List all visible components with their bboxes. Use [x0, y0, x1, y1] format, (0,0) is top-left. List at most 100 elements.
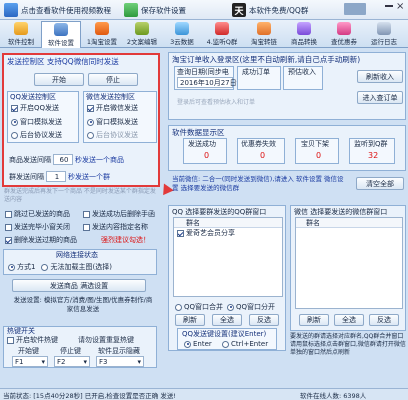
tab-taobao-settings[interactable]: 1淘宝设置: [82, 21, 122, 47]
checkbox-icon: [7, 336, 14, 344]
logo-icon: 天: [232, 3, 246, 17]
enter-orders-button[interactable]: 进入查订单: [357, 91, 403, 104]
status-right: 软件在线人数: 6398人: [300, 392, 367, 400]
date-picker[interactable]: 2016年10月27日 ▾: [177, 77, 240, 88]
radio-icon: [222, 340, 229, 348]
top-toolbar: 点击查看软件使用视频教程 保存软件设置 天 本软件免费/QQ群 ×: [0, 0, 408, 20]
tab-copy-edit[interactable]: 2文案编辑: [122, 21, 162, 47]
wx-deselect-button[interactable]: 反选: [369, 314, 399, 326]
stats-panel: 软件数据显示区 发送成功 0 优惠券失效 0 宝贝下架 0 监听到Q群 32: [168, 125, 406, 171]
qq-select-all-button[interactable]: 全选: [212, 314, 242, 326]
tab-cloud-data[interactable]: 3云数据: [162, 21, 202, 47]
stat-coupon-invalid: 优惠券失效 0: [237, 138, 285, 164]
wx-select-all-button[interactable]: 全选: [334, 314, 364, 326]
close-icon[interactable]: ×: [396, 1, 404, 12]
save-settings-button[interactable]: 保存软件设置: [124, 1, 186, 19]
tab-software-control[interactable]: 软件控制: [1, 21, 41, 47]
network-mode-radio[interactable]: 方式1 无法加载主图(选择): [8, 262, 112, 272]
tab-listen-qgroup[interactable]: 4.监听Q群: [202, 21, 242, 47]
product-interval-input[interactable]: 60: [53, 154, 73, 165]
qq-send-control: QQ发送控制区 开启QQ发送 窗口模拟发送 后台协议发送: [7, 91, 79, 143]
save-settings-label: 保存软件设置: [141, 5, 186, 15]
close-chat-checkbox[interactable]: 发送完毕小窗关闭: [5, 222, 70, 232]
refresh-income-button[interactable]: 刷新收入: [357, 70, 403, 83]
qq-split-radio[interactable]: QQ窗口分开: [227, 302, 275, 312]
checkbox-icon: [177, 229, 184, 237]
qq-enter-radio[interactable]: Enter: [184, 340, 212, 348]
group-interval-label: 群发送间隔: [9, 172, 44, 181]
radio-icon: [87, 131, 94, 139]
wx-enable-checkbox[interactable]: 开启微信发送: [87, 103, 138, 113]
send-to-name-checkbox[interactable]: 发送内容指定名称: [83, 222, 148, 232]
hotkey-stop-label: 停止键: [60, 347, 81, 355]
qq-send-key-group: QQ发送键设置(建议Enter) Enter Ctrl+Enter: [177, 328, 277, 350]
send-control-title: 发送控制区 支持QQ微信同时发送: [7, 57, 119, 66]
qq-window-radio[interactable]: 窗口模拟发送: [11, 117, 62, 127]
wx-background-radio[interactable]: 后台协议发送: [87, 130, 138, 140]
radio-icon: [175, 303, 182, 311]
stat-listened-groups: 监听到Q群 32: [349, 138, 395, 164]
hotkey-start-select[interactable]: F1 ▾: [12, 356, 48, 367]
radio-icon: [87, 118, 94, 126]
hotkey-stop-select[interactable]: F2 ▾: [54, 356, 90, 367]
wx-window-radio[interactable]: 窗口模拟发送: [87, 117, 138, 127]
tab-software-settings[interactable]: 软件设置: [41, 21, 81, 48]
tab-product-convert[interactable]: 商品转换: [284, 21, 324, 47]
status-bar: 当前状态: [15点40分28秒] 已开启,检查设置是否正确 发送! 软件在线人…: [0, 388, 408, 400]
qq-refresh-button[interactable]: 刷新: [175, 314, 205, 326]
hotkeys-enable-checkbox[interactable]: 开启软件热键: [7, 335, 58, 345]
tab-run-log[interactable]: 运行日志: [364, 21, 404, 47]
log-icon: [377, 22, 391, 35]
stat-value: 0: [316, 151, 322, 160]
minimize-icon[interactable]: [385, 5, 393, 7]
pending-income-label: 预估收入: [288, 68, 316, 76]
version-label: 本软件免费/QQ群: [249, 5, 309, 15]
skip-sent-checkbox[interactable]: 跳过已发送的商品: [5, 209, 70, 219]
current-status-text: 当前微信: 二合一(同时发送到微信),请进入 软件设置 微信设置 选择要发送的微…: [172, 175, 344, 192]
checkbox-icon: [83, 223, 90, 231]
tab-coupon-check[interactable]: 查优惠券: [324, 21, 364, 47]
radio-icon: [11, 118, 18, 126]
checkbox-icon: [5, 236, 12, 244]
success-orders-box: 成功订单: [237, 66, 281, 90]
hotkeys-panel: 热键开关 开启软件热键 请勿设置重复热键 开始键 停止键 软件显示隐藏 F1 ▾…: [3, 326, 157, 368]
filter-text: 发送设置: 模拟官方/消费/图/生图/优惠券制作/商家信息发送: [13, 296, 153, 313]
main-tabs: 软件控制 软件设置 1淘宝设置 2文案编辑 3云数据 4.监听Q群 淘宝转链 商…: [0, 20, 408, 48]
qq-deselect-button[interactable]: 反选: [249, 314, 279, 326]
qq-enable-checkbox[interactable]: 开启QQ发送: [11, 103, 59, 113]
stat-value: 0: [260, 151, 266, 160]
delete-invalid-checkbox[interactable]: 删除发送过期的商品: [5, 235, 77, 245]
qq-group-list: 群名 爱奇艺会员分享: [173, 217, 283, 297]
wx-refresh-button[interactable]: 刷新: [299, 314, 329, 326]
chevron-down-icon: ▾: [137, 357, 141, 366]
send-product-settings-button[interactable]: 发送商品 满选设置: [12, 279, 146, 292]
link-icon: [257, 22, 271, 35]
send-control-panel: 发送控制区 支持QQ微信同时发送 开始 停止 QQ发送控制区 开启QQ发送 窗口…: [2, 53, 160, 187]
delete-after-send-checkbox[interactable]: 发送成功后删除手函: [83, 209, 155, 219]
qq-merge-radio[interactable]: QQ窗口合并: [175, 302, 223, 312]
tab-taobao-link[interactable]: 淘宝转链: [244, 21, 284, 47]
taobao-login-tip: 登录后可查看预估收入和订单: [177, 99, 256, 106]
network-panel: 网络连接状态 方式1 无法加载主图(选择): [3, 249, 157, 275]
start-button[interactable]: 开始: [34, 73, 84, 86]
qq-ctrl-enter-radio[interactable]: Ctrl+Enter: [222, 340, 268, 348]
send-note: 群发送完成后再发下一个商品 不是同时发送某个群指定发送内容: [4, 188, 156, 203]
chevron-down-icon: ▾: [41, 357, 45, 366]
group-interval-input[interactable]: 1: [46, 171, 66, 182]
stop-button[interactable]: 停止: [88, 73, 138, 86]
save-icon: [124, 3, 138, 17]
radio-icon: [184, 340, 191, 348]
table-row[interactable]: 爱奇艺会员分享: [174, 228, 282, 238]
checkbox-icon: [87, 104, 94, 112]
stat-value: 0: [204, 151, 210, 160]
hotkey-hide-select[interactable]: F3 ▾: [96, 356, 144, 367]
qq-background-radio[interactable]: 后台协议发送: [11, 130, 62, 140]
status-left: 当前状态: [15点40分28秒] 已开启,检查设置是否正确 发送!: [3, 392, 176, 400]
convert-icon: [297, 22, 311, 35]
qq-group-column-header: 群名: [174, 218, 282, 228]
clear-all-button[interactable]: 清空全部: [356, 177, 404, 190]
wx-send-control: 微信发送控制区 开启微信发送 窗口模拟发送 后台协议发送: [83, 91, 157, 143]
network-title: 网络连接状态: [56, 251, 98, 259]
hotkeys-hint: 请勿设置重复热键: [78, 336, 134, 344]
tutorial-button[interactable]: 点击查看软件使用视频教程: [4, 1, 111, 19]
